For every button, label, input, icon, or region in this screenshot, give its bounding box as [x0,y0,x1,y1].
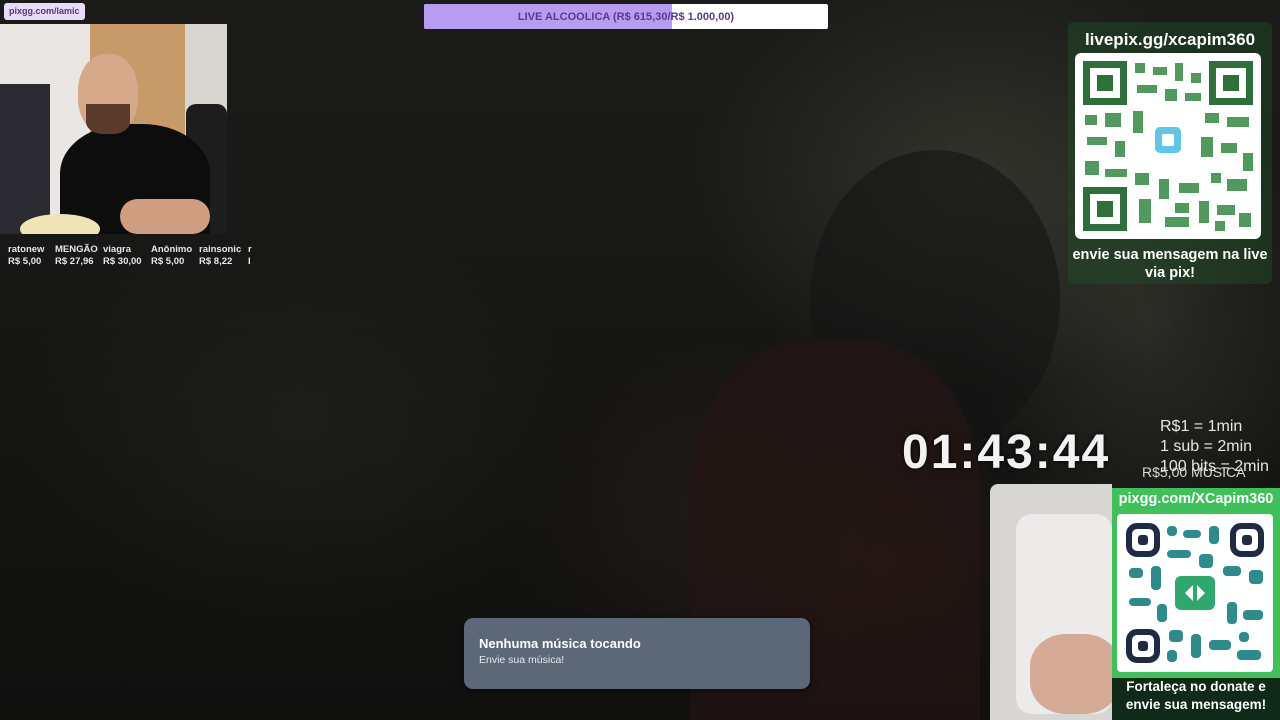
webcam-feed [0,24,227,234]
donor-item: rI [248,244,252,267]
donor-item: ratonew R$ 5,00 [8,244,45,267]
pixgg-caption: Fortaleça no donate e envie sua mensagem… [1125,679,1267,712]
webcam-source-tag: pixgg.com/lamic [4,3,85,20]
livepix-qr-code[interactable] [1075,53,1261,239]
donor-item: rainsonic R$ 8,22 [199,244,242,267]
rate-line: R$1 = 1min [1160,418,1243,435]
donor-ticker: ratonew R$ 5,00 MENGÃO R$ 27,96 viagra R$ 3… [0,238,252,274]
music-price: R$5,00 MUSICA [1142,464,1246,480]
music-toast-title: Nenhuma música tocando [479,636,641,651]
music-request-toast: Nenhuma música tocando Envie sua música! [464,618,810,689]
music-toast-subtitle: Envie sua música! [479,654,565,666]
livepix-url: livepix.gg/xcapim360 [1084,30,1256,49]
goal-label: LIVE ALCOOLICA (R$ 615,30/R$ 1.000,00) [517,10,735,23]
rate-line: 1 sub = 2min [1160,438,1253,455]
webcam-feed-secondary [990,484,1112,720]
donor-item: viagra R$ 30,00 [103,244,142,267]
livepix-caption: envie sua mensagem na live via pix! [1072,247,1268,281]
donation-goal-bar: LIVE ALCOOLICA (R$ 615,30/R$ 1.000,00) [424,4,828,29]
donor-item: Anônimo R$ 5,00 [151,244,193,267]
donor-item: MENGÃO R$ 27,96 [55,244,98,267]
subathon-timer: 01:43:44 [902,426,1111,479]
pixgg-url: pixgg.com/XCapim360 [1118,491,1274,507]
pixgg-logo-icon [1175,576,1215,610]
pixgg-qr-code[interactable] [1117,514,1273,672]
